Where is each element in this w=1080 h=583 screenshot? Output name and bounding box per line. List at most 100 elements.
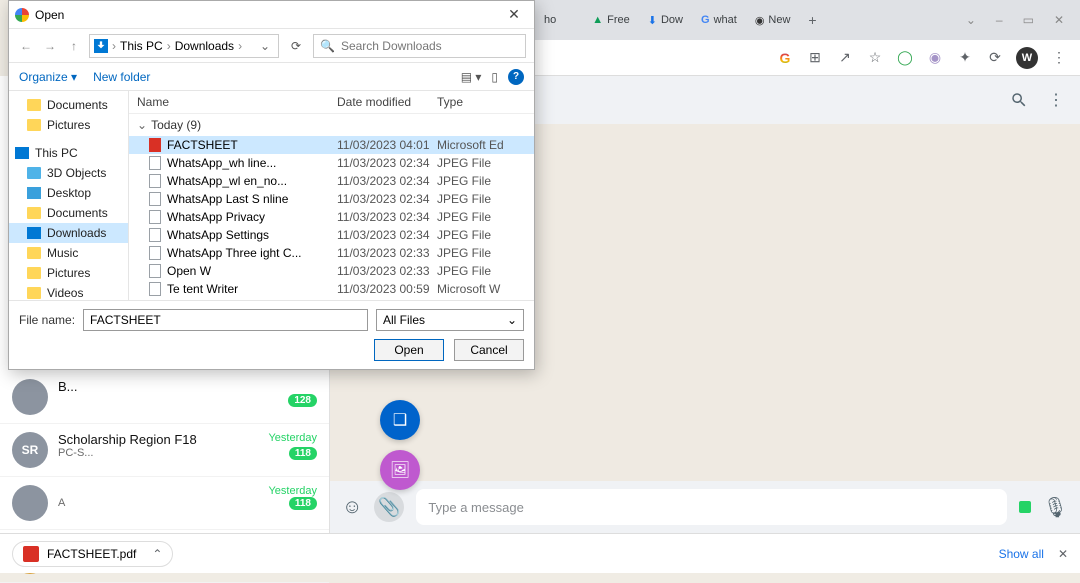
nav-up-button[interactable]: ↑ bbox=[65, 39, 83, 53]
chevron-down-icon[interactable]: ⌄ bbox=[256, 39, 274, 53]
file-list: Name Date modified Type ⌄Today (9) FACTS… bbox=[129, 91, 534, 300]
file-group-today[interactable]: ⌄Today (9) bbox=[129, 114, 534, 136]
kebab-menu-icon[interactable]: ⋮ bbox=[1050, 49, 1068, 67]
tree-item-documents[interactable]: Documents bbox=[9, 95, 128, 115]
attach-image-button[interactable]: 🖼 bbox=[380, 450, 420, 490]
browser-tab[interactable] bbox=[566, 16, 582, 24]
browser-tabstrip[interactable]: ho ▲Free ⬇Dow Gwhat ◉New + ⌄ – ▭ ✕ bbox=[530, 0, 1080, 40]
new-tab-button[interactable]: + bbox=[800, 8, 824, 32]
folder-tree[interactable]: Documents Pictures This PC 3D Objects De… bbox=[9, 91, 129, 300]
search-icon[interactable] bbox=[1010, 91, 1028, 109]
avatar bbox=[12, 379, 48, 415]
window-minimize-button[interactable]: – bbox=[996, 13, 1003, 27]
unread-badge: 118 bbox=[289, 497, 317, 510]
dialog-footer: File name: All Files⌄ Open Cancel bbox=[9, 300, 534, 369]
file-icon bbox=[149, 246, 161, 260]
google-icon[interactable]: G bbox=[776, 49, 794, 67]
open-button[interactable]: Open bbox=[374, 339, 444, 361]
filename-input[interactable] bbox=[83, 309, 368, 331]
attachment-menu: ❑ 🖼 bbox=[380, 400, 420, 490]
tree-item-music[interactable]: Music bbox=[9, 243, 128, 263]
show-all-button[interactable]: Show all bbox=[999, 547, 1044, 561]
nav-back-button[interactable]: ← bbox=[17, 39, 35, 53]
chat-list-item[interactable]: B...128 bbox=[0, 371, 329, 424]
file-icon bbox=[149, 264, 161, 278]
chevron-up-icon[interactable]: ⌃ bbox=[152, 547, 162, 561]
dialog-titlebar[interactable]: Open ✕ bbox=[9, 1, 534, 29]
cancel-button[interactable]: Cancel bbox=[454, 339, 524, 361]
share-icon[interactable]: ↗ bbox=[836, 49, 854, 67]
organize-menu[interactable]: Organize ▾ bbox=[19, 70, 77, 84]
nav-forward-button[interactable]: → bbox=[41, 39, 59, 53]
chevron-down-icon: ⌄ bbox=[137, 118, 147, 132]
chevron-down-icon[interactable]: ⌄ bbox=[966, 13, 976, 27]
close-shelf-button[interactable]: ✕ bbox=[1058, 547, 1068, 561]
file-row[interactable]: WhatsApp Privacy11/03/2023 02:34JPEG Fil… bbox=[129, 208, 534, 226]
chrome-icon bbox=[15, 8, 29, 22]
file-list-header[interactable]: Name Date modified Type bbox=[129, 91, 534, 114]
attach-icon[interactable]: 📎 bbox=[374, 492, 404, 522]
browser-tab[interactable]: ⬇Dow bbox=[640, 10, 691, 31]
new-folder-button[interactable]: New folder bbox=[93, 70, 150, 84]
file-icon bbox=[149, 138, 161, 152]
file-row[interactable]: WhatsApp Three ight C...11/03/2023 02:33… bbox=[129, 244, 534, 262]
file-row[interactable]: WhatsApp Last S nline11/03/2023 02:34JPE… bbox=[129, 190, 534, 208]
downloads-folder-icon bbox=[94, 39, 108, 53]
tree-item-pictures[interactable]: Pictures bbox=[9, 115, 128, 135]
breadcrumb[interactable]: › This PC › Downloads › ⌄ bbox=[89, 34, 279, 58]
tree-item-pictures2[interactable]: Pictures bbox=[9, 263, 128, 283]
pdf-icon bbox=[23, 546, 39, 562]
chat-list-item[interactable]: YesterdayA118 bbox=[0, 477, 329, 530]
file-open-dialog: Open ✕ ← → ↑ › This PC › Downloads › ⌄ ⟳… bbox=[8, 0, 535, 370]
file-filter-select[interactable]: All Files⌄ bbox=[376, 309, 524, 331]
download-item[interactable]: FACTSHEET.pdf ⌃ bbox=[12, 541, 173, 567]
attach-sticker-button[interactable]: ❑ bbox=[380, 400, 420, 440]
view-options-button[interactable]: ▤ ▾ bbox=[461, 70, 482, 84]
refresh-button[interactable]: ⟳ bbox=[285, 39, 307, 53]
tree-item-thispc[interactable]: This PC bbox=[9, 143, 128, 163]
file-icon bbox=[149, 156, 161, 170]
browser-tab[interactable]: ◉New bbox=[747, 10, 799, 31]
update-icon[interactable]: ⟳ bbox=[986, 49, 1004, 67]
help-icon[interactable]: ? bbox=[508, 69, 524, 85]
file-row[interactable]: Open W11/03/2023 02:33JPEG File bbox=[129, 262, 534, 280]
window-close-button[interactable]: ✕ bbox=[1054, 13, 1064, 27]
mic-icon[interactable]: 🎙 bbox=[1043, 495, 1068, 520]
extensions-puzzle-icon[interactable]: ✦ bbox=[956, 49, 974, 67]
dialog-navbar: ← → ↑ › This PC › Downloads › ⌄ ⟳ 🔍 Sear… bbox=[9, 29, 534, 63]
file-icon bbox=[149, 174, 161, 188]
browser-tab[interactable]: ▲Free bbox=[584, 10, 638, 30]
emoji-icon[interactable]: ☺ bbox=[342, 496, 362, 519]
install-icon[interactable]: ⊞ bbox=[806, 49, 824, 67]
extension-icon[interactable]: ◉ bbox=[926, 49, 944, 67]
tree-item-documents2[interactable]: Documents bbox=[9, 203, 128, 223]
tree-item-3dobjects[interactable]: 3D Objects bbox=[9, 163, 128, 183]
search-input[interactable]: 🔍 Search Downloads bbox=[313, 34, 526, 58]
file-row[interactable]: Te tent Writer11/03/2023 00:59Microsoft … bbox=[129, 280, 534, 298]
extension-icon[interactable]: ◯ bbox=[896, 49, 914, 67]
browser-tab[interactable]: ho bbox=[536, 10, 564, 30]
chat-list-item[interactable]: SR Scholarship Region F18YesterdayPC-S..… bbox=[0, 424, 329, 477]
browser-tab[interactable]: Gwhat bbox=[693, 10, 745, 30]
dialog-title: Open bbox=[35, 8, 64, 22]
message-input[interactable]: Type a message bbox=[416, 489, 1006, 525]
preview-pane-button[interactable]: ▯ bbox=[491, 70, 498, 84]
file-row[interactable]: WhatsApp_wl en_no...11/03/2023 02:34JPEG… bbox=[129, 172, 534, 190]
bookmark-star-icon[interactable]: ☆ bbox=[866, 49, 884, 67]
send-indicator-icon bbox=[1019, 501, 1031, 513]
unread-badge: 118 bbox=[289, 447, 317, 460]
filename-label: File name: bbox=[19, 313, 75, 327]
kebab-menu-icon[interactable]: ⋮ bbox=[1048, 90, 1064, 110]
profile-avatar[interactable]: W bbox=[1016, 47, 1038, 69]
tree-item-desktop[interactable]: Desktop bbox=[9, 183, 128, 203]
tree-item-videos[interactable]: Videos bbox=[9, 283, 128, 300]
file-row[interactable]: FACTSHEET11/03/2023 04:01Microsoft Ed bbox=[129, 136, 534, 154]
file-row[interactable]: WhatsApp_wh line...11/03/2023 02:34JPEG … bbox=[129, 154, 534, 172]
compose-bar: ☺ 📎 Type a message 🎙 bbox=[330, 481, 1080, 533]
file-row[interactable]: WhatsApp Settings11/03/2023 02:34JPEG Fi… bbox=[129, 226, 534, 244]
dialog-close-button[interactable]: ✕ bbox=[500, 6, 528, 23]
window-restore-button[interactable]: ▭ bbox=[1023, 13, 1034, 27]
file-icon bbox=[149, 192, 161, 206]
chevron-down-icon: ⌄ bbox=[507, 313, 517, 327]
tree-item-downloads[interactable]: Downloads bbox=[9, 223, 128, 243]
